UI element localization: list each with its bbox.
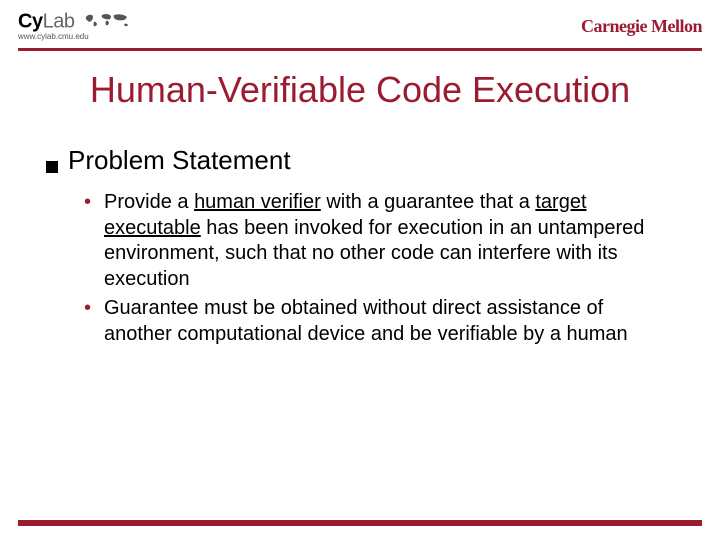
list-item: Provide a human verifier with a guarante… — [84, 190, 662, 292]
logo-lab: Lab — [43, 10, 75, 32]
underline-text: human verifier — [194, 191, 321, 213]
logo-left: CyLab www.cylab.cmu.edu — [18, 11, 132, 41]
header: CyLab www.cylab.cmu.edu — [0, 0, 720, 48]
section-heading-row: Problem Statement — [46, 145, 702, 176]
list-item: Guarantee must be obtained without direc… — [84, 296, 662, 347]
carnegie-mellon-logo: Carnegie Mellon — [581, 16, 702, 37]
bullet-text: Guarantee must be obtained without direc… — [104, 297, 628, 345]
world-map-icon — [84, 11, 132, 33]
content: Human-Verifiable Code Execution Problem … — [0, 51, 720, 352]
spacer — [0, 352, 720, 520]
bullet-list: Provide a human verifier with a guarante… — [84, 190, 702, 348]
logo-url: www.cylab.cmu.edu — [18, 33, 132, 41]
bullet-text: with a guarantee that a — [321, 191, 536, 213]
cylab-logo: CyLab — [18, 11, 132, 33]
section: Problem Statement Provide a human verifi… — [46, 145, 702, 348]
slide-title: Human-Verifiable Code Execution — [18, 69, 702, 111]
bullet-text: Provide a — [104, 191, 194, 213]
logo-cy: Cy — [18, 10, 43, 32]
slide: CyLab www.cylab.cmu.edu — [0, 0, 720, 540]
section-heading: Problem Statement — [68, 145, 291, 176]
square-bullet-icon — [46, 161, 58, 173]
divider-bottom — [18, 520, 702, 526]
